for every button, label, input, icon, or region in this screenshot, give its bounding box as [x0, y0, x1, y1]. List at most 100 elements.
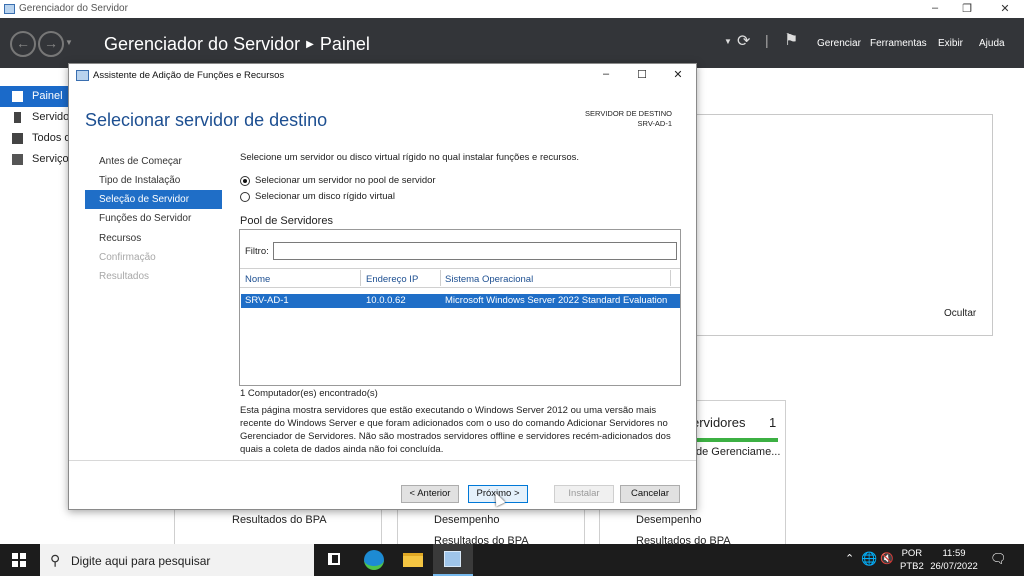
column-divider[interactable] — [670, 270, 671, 286]
nav-dropdown-icon[interactable]: ▼ — [65, 38, 73, 47]
instruction-text: Selecione um servidor ou disco virtual r… — [240, 152, 580, 163]
server-manager-icon — [4, 4, 15, 14]
minimize-icon[interactable]: – — [925, 2, 945, 14]
notifications-flag-icon[interactable]: ⚑ — [784, 30, 798, 50]
sidebar-item-label: Serviços de Arquivo e Armazenamento — [32, 153, 70, 165]
breadcrumb-section: Painel — [319, 34, 370, 54]
destination-caption: SERVIDOR DE DESTINO — [585, 109, 672, 118]
hide-link[interactable]: Ocultar — [944, 308, 976, 319]
table-row[interactable]: SRV-AD-1 10.0.0.62 Microsoft Windows Ser… — [241, 294, 680, 308]
server-icon — [14, 112, 21, 123]
close-icon[interactable]: ✕ — [669, 68, 687, 81]
servers-icon — [12, 133, 23, 144]
menu-exibir[interactable]: Exibir — [938, 38, 963, 49]
window-titlebar: Gerenciador do Servidor – ❐ ✕ — [0, 0, 1024, 18]
menu-ajuda[interactable]: Ajuda — [979, 38, 1005, 49]
server-manager-taskbar-icon[interactable] — [433, 544, 473, 576]
step-antes-de-comecar[interactable]: Antes de Começar — [99, 156, 182, 167]
radio-virtual-disk-label[interactable]: Selecionar um disco rígido virtual — [255, 191, 395, 202]
tile-count: 1 — [769, 415, 777, 430]
server-pool-list: Filtro: Nome Endereço IP Sistema Operaci… — [239, 229, 681, 386]
refresh-icon[interactable]: ⟳ — [737, 31, 750, 51]
sidebar-item-painel[interactable]: Painel — [0, 86, 70, 107]
tile-subtitle[interactable]: de Gerenciame... — [696, 446, 780, 458]
notification-center-icon[interactable]: 🗨 — [990, 551, 1007, 567]
sidebar: Painel Servidor Local Todos os Servidore… — [0, 86, 70, 546]
step-funcoes-servidor[interactable]: Funções do Servidor — [99, 213, 191, 224]
taskbar-search[interactable]: ⚲ Digite aqui para pesquisar — [40, 544, 314, 576]
task-view-icon[interactable] — [314, 544, 354, 576]
sidebar-item-servicos-arquivo[interactable]: Serviços de Arquivo e Armazenamento — [0, 149, 70, 170]
divider: | — [765, 32, 769, 48]
windows-start-icon[interactable] — [12, 553, 26, 567]
language-bottom: PTB2 — [900, 561, 924, 572]
radio-virtual-disk[interactable] — [240, 192, 250, 202]
tile-bpa-label[interactable]: Resultados do BPA — [232, 514, 327, 526]
app-header: ← → ▼ Gerenciador do Servidor ▶ Painel ▼ ⟳… — [0, 18, 1024, 68]
window-title: Gerenciador do Servidor — [19, 3, 128, 14]
dialog-titlebar: Assistente de Adição de Funções e Recurs… — [69, 64, 696, 88]
tile-performance-label[interactable]: Desempenho — [636, 514, 701, 526]
dropdown-icon[interactable]: ▼ — [724, 37, 732, 46]
sidebar-item-label: Servidor Local — [32, 111, 70, 123]
step-tipo-instalacao[interactable]: Tipo de Instalação — [99, 175, 180, 186]
back-arrow-icon[interactable]: ← — [10, 31, 36, 57]
breadcrumb: Gerenciador do Servidor ▶ Painel — [104, 34, 370, 55]
wizard-icon — [76, 70, 89, 81]
found-count-text: 1 Computador(es) encontrado(s) — [240, 388, 378, 399]
forward-arrow-icon[interactable]: → — [38, 31, 64, 57]
description-text: Esta página mostra servidores que estão … — [240, 405, 671, 455]
radio-server-pool[interactable] — [240, 176, 250, 186]
step-selecao-servidor[interactable]: Seleção de Servidor — [99, 194, 189, 205]
cancel-button[interactable]: Cancelar — [620, 485, 680, 503]
sidebar-item-todos-servidores[interactable]: Todos os Servidores — [0, 128, 70, 149]
filter-label: Filtro: — [245, 246, 269, 257]
close-icon[interactable]: ✕ — [995, 2, 1015, 15]
edge-browser-icon[interactable] — [354, 544, 394, 576]
file-explorer-icon[interactable] — [393, 544, 433, 576]
column-divider[interactable] — [440, 270, 441, 286]
sidebar-item-label: Todos os Servidores — [32, 132, 70, 144]
button-bar-divider — [69, 460, 696, 461]
server-pool-title: Pool de Servidores — [240, 215, 333, 227]
network-globe-icon[interactable]: 🌐 — [861, 551, 877, 567]
maximize-icon[interactable]: ☐ — [633, 68, 651, 81]
table-header: Nome Endereço IP Sistema Operacional — [240, 268, 680, 288]
language-top: POR — [901, 548, 923, 559]
tray-chevron-icon[interactable]: ⌃ — [845, 552, 854, 565]
cell-ip: 10.0.0.62 — [366, 295, 406, 306]
step-confirmacao: Confirmação — [99, 252, 156, 263]
welcome-panel — [696, 114, 993, 336]
page-title: Selecionar servidor de destino — [85, 110, 328, 130]
install-button: Instalar — [554, 485, 614, 503]
destination-server-label: SERVIDOR DE DESTINO SRV-AD-1 — [585, 109, 672, 129]
destination-server-name: SRV-AD-1 — [637, 119, 672, 128]
clock[interactable]: 11:59 26/07/2022 — [928, 547, 980, 573]
taskbar: ⚲ Digite aqui para pesquisar ⌃ 🌐 🔇 POR P… — [0, 544, 1024, 576]
search-icon: ⚲ — [50, 552, 61, 568]
minimize-icon[interactable]: – — [597, 68, 615, 80]
column-header-ip[interactable]: Endereço IP — [366, 274, 418, 285]
sidebar-item-servidor-local[interactable]: Servidor Local — [0, 107, 70, 128]
filter-input[interactable] — [273, 242, 677, 260]
breadcrumb-separator-icon: ▶ — [306, 39, 314, 50]
column-divider[interactable] — [360, 270, 361, 286]
column-header-os[interactable]: Sistema Operacional — [445, 274, 533, 285]
cell-os: Microsoft Windows Server 2022 Standard E… — [445, 295, 668, 306]
dialog-title: Assistente de Adição de Funções e Recurs… — [93, 70, 285, 81]
menu-gerenciar[interactable]: Gerenciar — [817, 38, 861, 49]
step-resultados: Resultados — [99, 271, 150, 282]
volume-muted-icon[interactable]: 🔇 — [880, 552, 894, 565]
tile-title: ervidores — [692, 415, 746, 430]
radio-server-pool-label[interactable]: Selecionar um servidor no pool de servid… — [255, 175, 436, 186]
previous-button[interactable]: < Anterior — [401, 485, 459, 503]
sidebar-item-label: Painel — [32, 90, 63, 102]
add-roles-wizard-dialog: Assistente de Adição de Funções e Recurs… — [68, 63, 697, 510]
menu-ferramentas[interactable]: Ferramentas — [870, 38, 927, 49]
tile-performance-label[interactable]: Desempenho — [434, 514, 499, 526]
language-indicator[interactable]: POR PTB2 — [900, 547, 924, 573]
column-header-nome[interactable]: Nome — [245, 274, 270, 285]
tile-status-bar — [696, 438, 778, 442]
restore-icon[interactable]: ❐ — [957, 2, 977, 15]
step-recursos[interactable]: Recursos — [99, 233, 141, 244]
